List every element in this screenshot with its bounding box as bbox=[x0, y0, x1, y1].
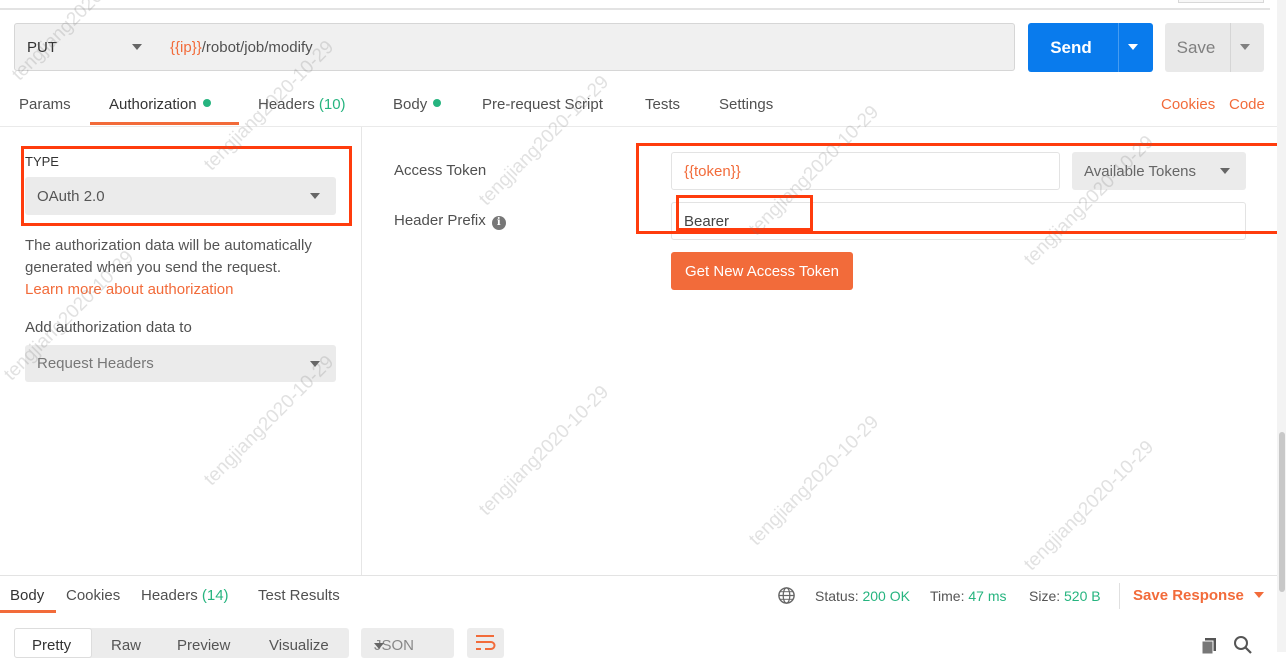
chevron-down-icon bbox=[310, 361, 320, 367]
chevron-down-icon bbox=[132, 44, 142, 50]
status-label: Status: bbox=[815, 588, 859, 604]
save-split-divider bbox=[1230, 23, 1231, 72]
info-icon[interactable]: i bbox=[491, 216, 506, 230]
url-variable: {{ip}} bbox=[170, 38, 202, 56]
scrollbar-thumb[interactable] bbox=[1279, 432, 1285, 592]
time-readout: Time: 47 ms bbox=[930, 588, 1007, 604]
watermark: tengjiang2020-10-29 bbox=[475, 71, 614, 210]
code-link[interactable]: Code bbox=[1229, 96, 1265, 113]
status-dot-icon bbox=[433, 99, 442, 107]
add-auth-to-value: Request Headers bbox=[37, 355, 154, 372]
response-divider bbox=[0, 575, 1286, 576]
tab-authorization[interactable]: Authorization bbox=[109, 96, 211, 113]
add-auth-to-select[interactable]: Request Headers bbox=[25, 345, 336, 382]
wrap-lines-icon bbox=[476, 635, 496, 650]
watermark: tengjiang2020-10-29 bbox=[745, 411, 884, 550]
tab-label: Params bbox=[19, 96, 71, 113]
search-icon[interactable] bbox=[1233, 635, 1253, 655]
tab-label: Headers bbox=[258, 96, 315, 113]
send-options-chevron-icon[interactable] bbox=[1128, 44, 1138, 50]
view-raw-button[interactable]: Raw bbox=[111, 637, 141, 654]
watermark: tengjiang2020-10-29 bbox=[1020, 436, 1159, 575]
size-value: 520 B bbox=[1064, 588, 1101, 604]
method-select[interactable]: PUT bbox=[14, 23, 157, 71]
tab-pre-request-script[interactable]: Pre-request Script bbox=[482, 96, 603, 113]
size-readout: Size: 520 B bbox=[1029, 588, 1101, 604]
tab-count: (14) bbox=[201, 587, 229, 604]
save-label: Save bbox=[1176, 37, 1216, 57]
view-pretty-label: Pretty bbox=[32, 637, 72, 654]
tab-params[interactable]: Params bbox=[19, 96, 71, 113]
tab-settings[interactable]: Settings bbox=[719, 96, 773, 113]
chevron-down-icon bbox=[374, 643, 384, 649]
active-tab-indicator bbox=[90, 122, 239, 125]
auth-description: The authorization data will be automatic… bbox=[25, 235, 345, 301]
view-visualize-button[interactable]: Visualize bbox=[269, 637, 329, 654]
save-options-chevron-icon[interactable] bbox=[1240, 44, 1250, 50]
annotation-box-bearer bbox=[676, 195, 813, 231]
response-tab-headers[interactable]: Headers (14) bbox=[141, 587, 229, 604]
learn-more-link[interactable]: Learn more about authorization bbox=[25, 281, 233, 298]
tab-label: Body bbox=[393, 96, 428, 113]
window-tab-fragment bbox=[1178, 0, 1264, 3]
response-tab-cookies[interactable]: Cookies bbox=[66, 587, 120, 604]
send-button[interactable]: Send bbox=[1028, 23, 1153, 72]
status-readout: Status: 200 OK bbox=[815, 588, 910, 604]
send-split-divider bbox=[1118, 23, 1119, 72]
method-value: PUT bbox=[27, 38, 57, 56]
save-response-label: Save Response bbox=[1133, 587, 1244, 604]
copy-icon[interactable] bbox=[1200, 635, 1220, 655]
cookies-link[interactable]: Cookies bbox=[1161, 96, 1215, 113]
time-label: Time: bbox=[930, 588, 965, 604]
column-divider bbox=[361, 127, 362, 575]
get-new-access-token-button[interactable]: Get New Access Token bbox=[671, 252, 853, 290]
globe-icon[interactable] bbox=[777, 586, 796, 605]
tab-headers[interactable]: Headers (10) bbox=[258, 96, 346, 113]
url-input[interactable]: {{ip}}/robot/job/modify bbox=[156, 23, 1015, 71]
tab-count: (10) bbox=[318, 96, 346, 113]
tab-tests[interactable]: Tests bbox=[645, 96, 680, 113]
save-response-button[interactable]: Save Response bbox=[1133, 587, 1264, 604]
active-response-tab-indicator bbox=[0, 610, 56, 613]
annotation-box-type bbox=[21, 146, 352, 226]
response-tab-body[interactable]: Body bbox=[10, 587, 44, 604]
add-auth-to-label: Add authorization data to bbox=[25, 319, 192, 336]
tabs-divider bbox=[0, 126, 1286, 127]
status-separator bbox=[1119, 583, 1120, 609]
url-path: /robot/job/modify bbox=[201, 38, 313, 56]
header-prefix-text: Header Prefix bbox=[394, 212, 486, 229]
tab-label: Headers bbox=[141, 587, 198, 604]
status-dot-icon bbox=[202, 99, 211, 107]
status-value: 200 OK bbox=[862, 588, 910, 604]
view-preview-button[interactable]: Preview bbox=[177, 637, 230, 654]
tab-body[interactable]: Body bbox=[393, 96, 442, 113]
tab-label: Tests bbox=[645, 96, 681, 113]
wrap-lines-button[interactable] bbox=[467, 628, 504, 658]
save-button[interactable]: Save bbox=[1165, 23, 1264, 72]
top-border bbox=[0, 8, 1270, 10]
auth-description-text: The authorization data will be automatic… bbox=[25, 237, 312, 276]
response-view-switcher: Pretty Raw Preview Visualize bbox=[14, 628, 349, 658]
format-select[interactable]: JSON bbox=[361, 628, 454, 658]
watermark: tengjiang2020-10-29 bbox=[475, 381, 614, 520]
send-label: Send bbox=[1050, 37, 1092, 57]
chevron-down-icon bbox=[1253, 592, 1264, 598]
size-label: Size: bbox=[1029, 588, 1061, 604]
time-value: 47 ms bbox=[968, 588, 1007, 604]
header-prefix-label: Header Prefix i bbox=[394, 212, 506, 230]
tab-label: Settings bbox=[719, 96, 774, 113]
tab-label: Pre-request Script bbox=[482, 96, 603, 113]
access-token-label: Access Token bbox=[394, 162, 487, 179]
tab-label: Authorization bbox=[109, 96, 197, 113]
response-tab-test-results[interactable]: Test Results bbox=[258, 587, 340, 604]
